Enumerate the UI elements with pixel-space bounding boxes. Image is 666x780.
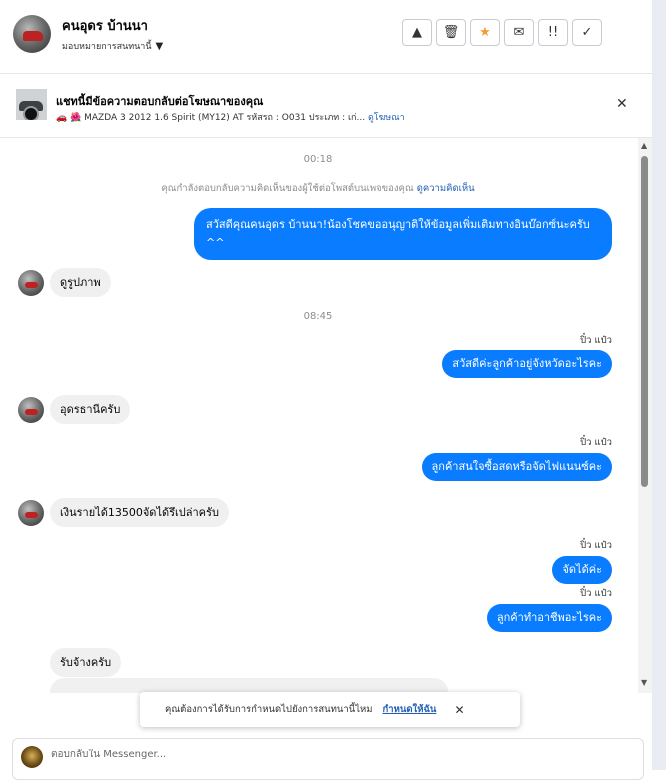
incoming-message[interactable]: ดูรูปภาพ <box>50 268 111 297</box>
message-timestamp: 00:18 <box>303 154 333 165</box>
assign-to-me-prompt: คุณต้องการได้รับการกำหนดไปยังการสนทนานี้… <box>140 692 520 727</box>
mail-icon: ✉ <box>513 25 525 40</box>
incoming-message[interactable]: รับจ้างครับ <box>50 648 122 677</box>
assign-prompt-text: คุณต้องการได้รับการกำหนดไปยังการสนทนานี้… <box>165 704 373 715</box>
scroll-down-icon[interactable]: ▼ <box>641 678 647 687</box>
scroll-up-icon[interactable]: ▲ <box>641 141 647 150</box>
partially-hidden-message <box>50 678 448 693</box>
outgoing-message[interactable]: ลูกค้าทำอาชีพอะไรคะ <box>486 604 612 632</box>
assign-dropdown[interactable]: มอบหมายการสนทนานี้ ▼ <box>62 39 163 53</box>
window-edge <box>652 0 666 770</box>
page-avatar <box>21 746 43 768</box>
caret-down-icon: ▼ <box>155 40 164 52</box>
contact-avatar-small <box>18 270 44 296</box>
ad-reply-banner: แชทนี้มีข้อความตอบกลับต่อโฆษณาของคุณ 🚗 🌺… <box>0 74 652 138</box>
ad-description: 🚗 🌺 MAZDA 3 2012 1.6 Spirit (MY12) AT รห… <box>56 110 405 124</box>
ad-description-text: 🚗 🌺 MAZDA 3 2012 1.6 Spirit (MY12) AT รห… <box>56 113 366 123</box>
sender-name: ปิ๋ว แป๋ว <box>580 335 612 346</box>
check-icon: ✓ <box>581 25 593 40</box>
chat-scrollbar[interactable]: ▲ ▼ <box>638 138 652 693</box>
follow-up-icon: !! <box>547 25 559 40</box>
mark-done-button[interactable]: ✓ <box>572 19 602 46</box>
view-comment-link[interactable]: ดูความคิดเห็น <box>417 183 475 194</box>
mark-spam-button[interactable]: ▲ <box>402 19 432 46</box>
view-ad-link[interactable]: ดูโฆษณา <box>368 113 405 123</box>
follow-up-button[interactable]: !! <box>538 19 568 46</box>
assign-to-me-link[interactable]: กำหนดให้ฉัน <box>383 702 437 717</box>
delete-button[interactable]: 🗑 <box>436 19 466 46</box>
conversation-header: คนอุดร บ้านนา มอบหมายการสนทนานี้ ▼ ▲ 🗑 ★… <box>0 0 652 74</box>
incoming-message[interactable]: เงินรายได้13500จัดได้รึเปล่าครับ <box>50 498 229 527</box>
sender-name: ปิ๋ว แป๋ว <box>580 540 612 551</box>
contact-name[interactable]: คนอุดร บ้านนา <box>62 15 148 36</box>
reply-context-note: คุณกำลังตอบกลับความคิดเห็นของผู้ใช้ต่อโพ… <box>0 181 636 196</box>
close-icon[interactable]: ✕ <box>454 703 464 717</box>
header-actions: ▲ 🗑 ★ ✉ !! ✓ <box>402 19 602 46</box>
warning-icon: ▲ <box>412 25 422 40</box>
outgoing-message[interactable]: ลูกค้าสนใจซื้อสดหรือจัดไฟแนนซ์คะ <box>421 453 612 481</box>
ad-thumbnail[interactable] <box>16 89 47 120</box>
reply-input[interactable] <box>51 749 611 760</box>
sender-name: ปิ๋ว แป๋ว <box>580 588 612 599</box>
message-timestamp: 08:45 <box>303 311 333 322</box>
mark-unread-button[interactable]: ✉ <box>504 19 534 46</box>
trash-icon: 🗑 <box>442 25 460 40</box>
reply-context-text: คุณกำลังตอบกลับความคิดเห็นของผู้ใช้ต่อโพ… <box>161 183 414 194</box>
contact-avatar[interactable] <box>13 15 51 53</box>
sender-name: ปิ๋ว แป๋ว <box>580 437 612 448</box>
contact-avatar-small <box>18 397 44 423</box>
ad-banner-title: แชทนี้มีข้อความตอบกลับต่อโฆษณาของคุณ <box>56 95 264 108</box>
message-thread: 00:18 คุณกำลังตอบกลับความคิดเห็นของผู้ใช… <box>0 138 636 693</box>
assign-label: มอบหมายการสนทนานี้ <box>62 42 152 52</box>
close-icon[interactable]: ✕ <box>616 96 628 112</box>
outgoing-message[interactable]: สวัสดีค่ะลูกค้าอยู่จังหวัดอะไรคะ <box>442 350 612 378</box>
incoming-message[interactable]: อุดรธานีครับ <box>50 395 131 424</box>
star-icon: ★ <box>479 25 491 40</box>
outgoing-message[interactable]: จัดได้ค่ะ <box>552 556 612 584</box>
contact-avatar-small <box>18 500 44 526</box>
star-button[interactable]: ★ <box>470 19 500 46</box>
reply-composer <box>12 738 644 780</box>
scrollbar-thumb[interactable] <box>641 156 648 487</box>
outgoing-message[interactable]: สวัสดีคุณคนอุดร บ้านนา!น้องโชคขออนุญาติใ… <box>194 208 612 260</box>
